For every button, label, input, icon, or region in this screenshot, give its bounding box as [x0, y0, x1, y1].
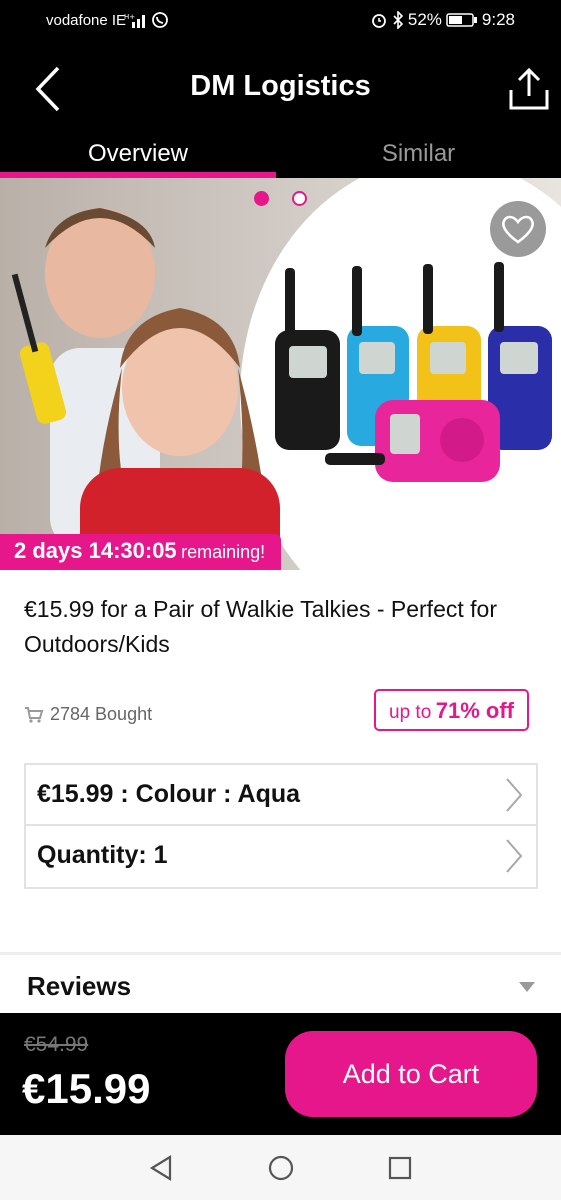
share-icon — [509, 67, 549, 110]
current-price: €15.99 — [22, 1065, 151, 1112]
carrier-label: vodafone IE — [46, 12, 127, 29]
signal-icon: H+ — [124, 13, 145, 28]
back-triangle-icon[interactable] — [146, 1153, 176, 1183]
countdown-suffix: remaining! — [181, 542, 266, 562]
quantity-option-label: Quantity: 1 — [37, 841, 168, 869]
original-price: €54.99 — [24, 1033, 89, 1056]
bluetooth-icon — [393, 11, 404, 29]
bought-count: 2784 Bought — [24, 704, 152, 725]
product-options: €15.99 : Colour : Aqua Quantity: 1 — [24, 763, 538, 889]
app-bar: DM Logistics — [0, 42, 561, 138]
add-to-cart-button[interactable]: Add to Cart — [285, 1031, 537, 1117]
product-title: €15.99 for a Pair of Walkie Talkies - Pe… — [24, 596, 497, 657]
colour-option-label: €15.99 : Colour : Aqua — [37, 780, 301, 808]
battery-percent: 52% — [407, 10, 442, 29]
discount-value: 71% off — [435, 698, 514, 723]
clock: 9:28 — [481, 10, 515, 29]
reviews-title: Reviews — [27, 971, 132, 1001]
share-button[interactable] — [507, 66, 551, 112]
discount-prefix: up to — [389, 702, 432, 723]
alarm-icon — [371, 14, 386, 28]
gallery-dot-2[interactable] — [292, 191, 307, 206]
quantity-option[interactable]: Quantity: 1 — [26, 826, 536, 887]
favorite-button[interactable] — [490, 201, 546, 257]
home-circle-icon[interactable] — [266, 1153, 296, 1183]
status-bar: vodafone IE H+ 52% 9:28 — [0, 0, 561, 42]
reviews-section[interactable]: Reviews — [0, 958, 561, 1013]
chevron-right-icon — [506, 839, 523, 873]
heart-icon — [502, 215, 534, 244]
countdown-time: 2 days 14:30:05 — [14, 538, 177, 563]
discount-badge: up to 71% off — [374, 689, 529, 731]
network-icons: H+ — [124, 11, 169, 29]
chevron-right-icon — [506, 778, 523, 812]
cart-icon — [25, 706, 44, 723]
section-divider — [0, 952, 561, 955]
battery-icon — [446, 13, 477, 27]
status-right: 52% 9:28 — [370, 10, 515, 30]
system-nav-bar — [0, 1135, 561, 1200]
colour-option[interactable]: €15.99 : Colour : Aqua — [26, 765, 536, 826]
caret-down-icon — [519, 982, 535, 992]
svg-text:H+: H+ — [124, 13, 135, 21]
gallery-dot-1[interactable] — [254, 191, 269, 206]
recents-square-icon[interactable] — [385, 1153, 415, 1183]
product-image — [0, 178, 561, 570]
page-title: DM Logistics — [190, 70, 371, 102]
whatsapp-icon — [152, 12, 168, 28]
tab-similar[interactable]: Similar — [276, 138, 561, 180]
product-image-gallery[interactable] — [0, 178, 561, 570]
purchase-bar: €54.99 €15.99 Add to Cart — [0, 1013, 561, 1135]
countdown-banner: 2 days 14:30:05 remaining! — [0, 534, 282, 570]
bought-label: 2784 Bought — [50, 704, 153, 724]
